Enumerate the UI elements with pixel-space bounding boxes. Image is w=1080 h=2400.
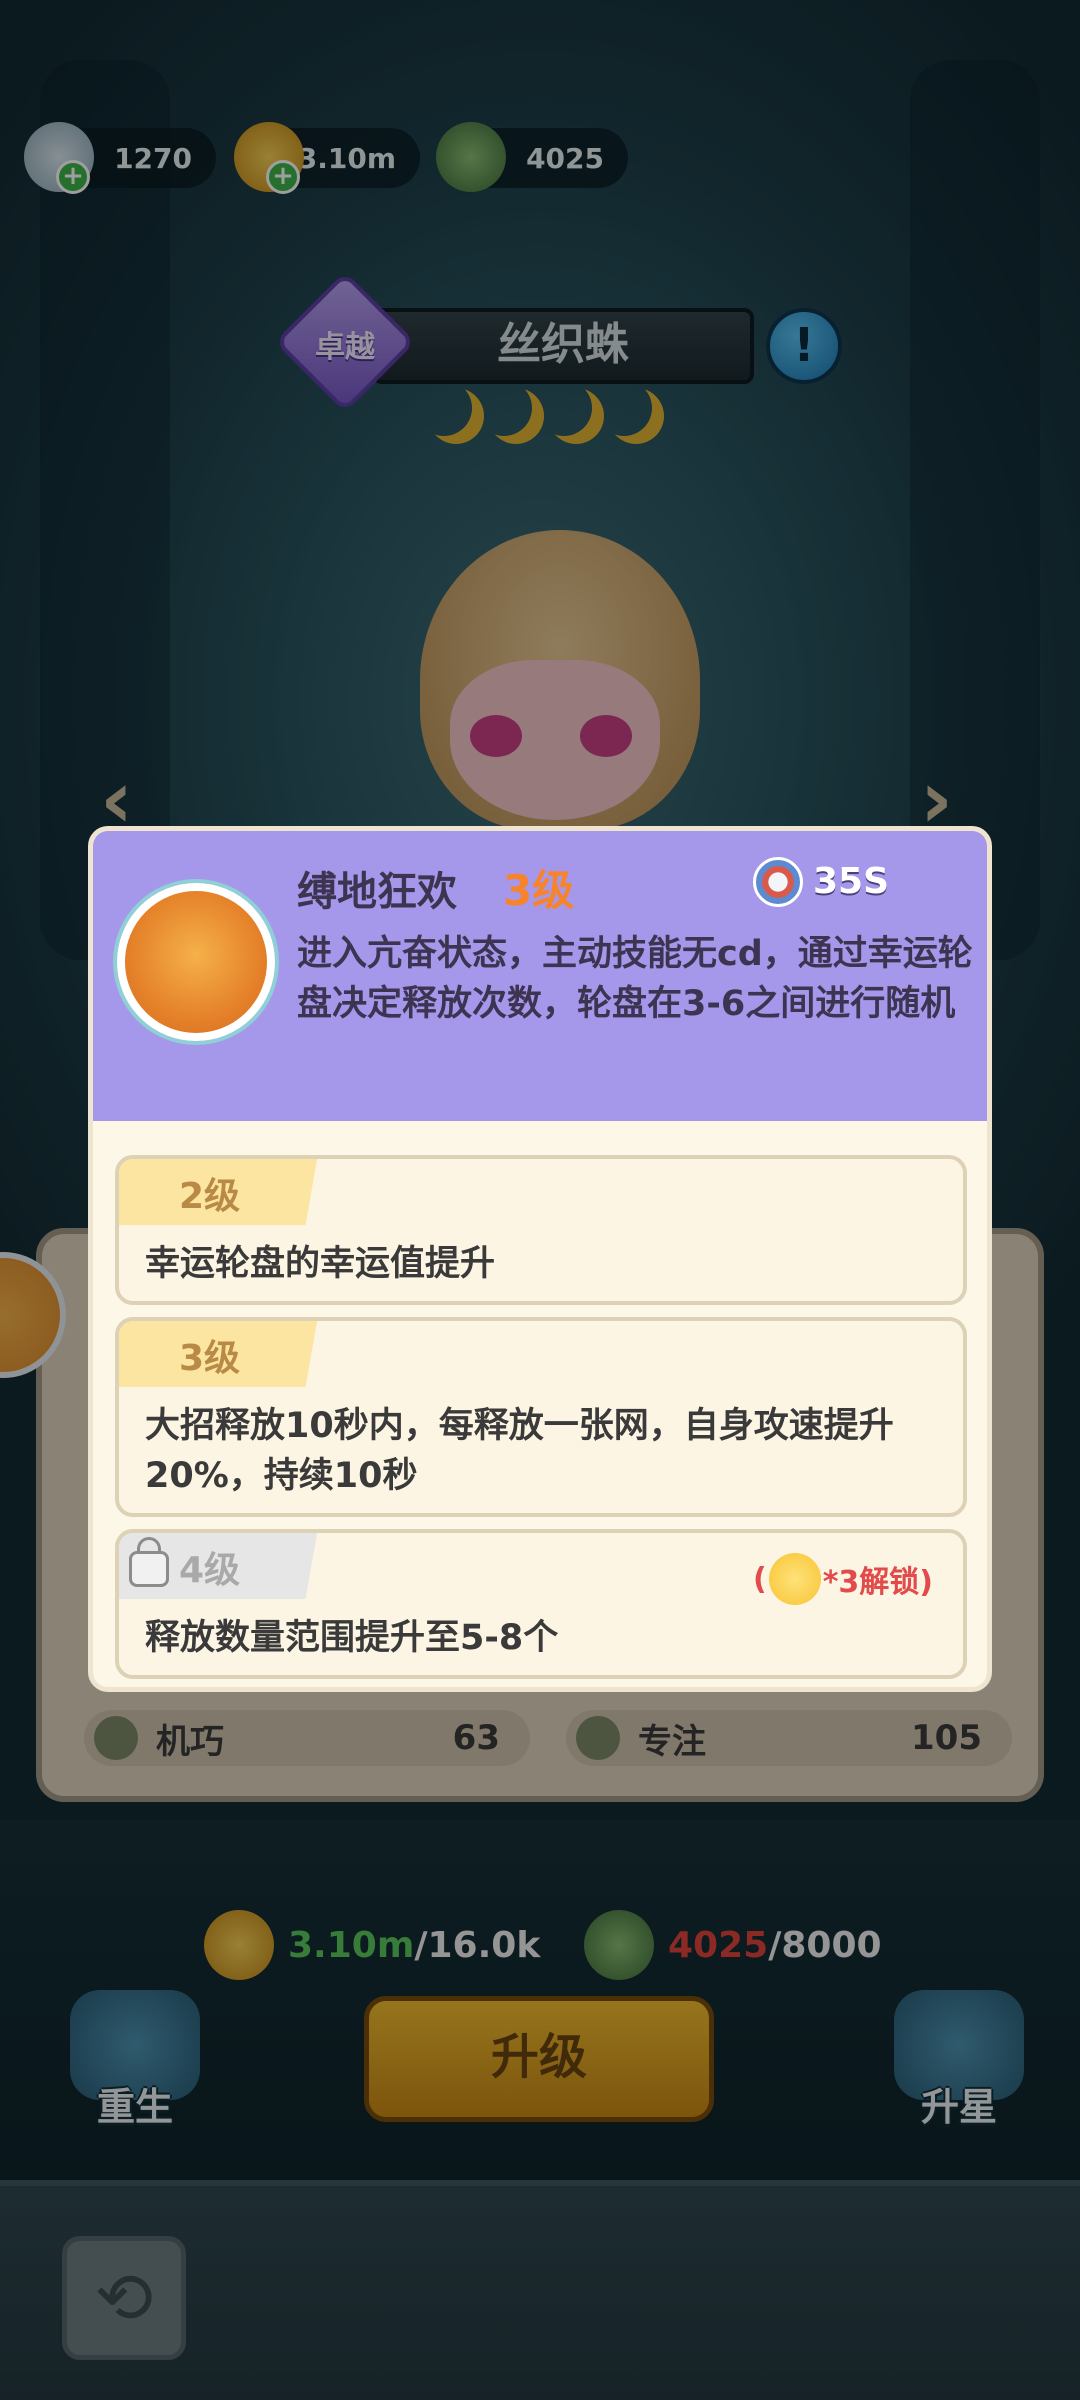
cooldown-value: 35S [813,861,890,902]
spider-web-wheel-icon [117,883,275,1041]
level-card: 3级 大招释放10秒内，每释放一张网，自身攻速提升20%，持续10秒 [115,1317,967,1517]
skill-description: 进入亢奋状态，主动技能无cd，通过幸运轮盘决定释放次数，轮盘在3-6之间进行随机 [297,934,973,1024]
level-card: 2级 幸运轮盘的幸运值提升 [115,1155,967,1305]
lock-icon [129,1551,169,1587]
skill-level: 3级 [503,866,575,915]
cooldown-icon [753,857,803,907]
game-screen: + 1270 + 3.10m 4025 丝织蛛 卓越 ! ‹ › 机巧 63 专… [0,0,1080,2400]
star-badge-icon [768,1553,821,1605]
unlock-requirement: ( *3解锁) [753,1553,933,1605]
skill-popup: 缚地狂欢 3级 35S 进入亢奋状态，主动技能无cd，通过幸运轮盘决定释放次数，… [88,826,992,1692]
level-card-locked: 4级 ( *3解锁) 释放数量范围提升至5-8个 [115,1529,967,1679]
level-label: 2级 [179,1176,241,1217]
level-effect: 幸运轮盘的幸运值提升 [145,1244,496,1284]
skill-name: 缚地狂欢 [297,869,457,915]
level-label: 4级 [179,1550,241,1591]
level-label: 3级 [179,1338,241,1379]
level-effect: 释放数量范围提升至5-8个 [145,1618,559,1658]
unlock-text: *3解锁) [822,1565,933,1600]
unlock-open: ( [753,1561,767,1597]
level-effect: 大招释放10秒内，每释放一张网，自身攻速提升20%，持续10秒 [145,1406,894,1496]
